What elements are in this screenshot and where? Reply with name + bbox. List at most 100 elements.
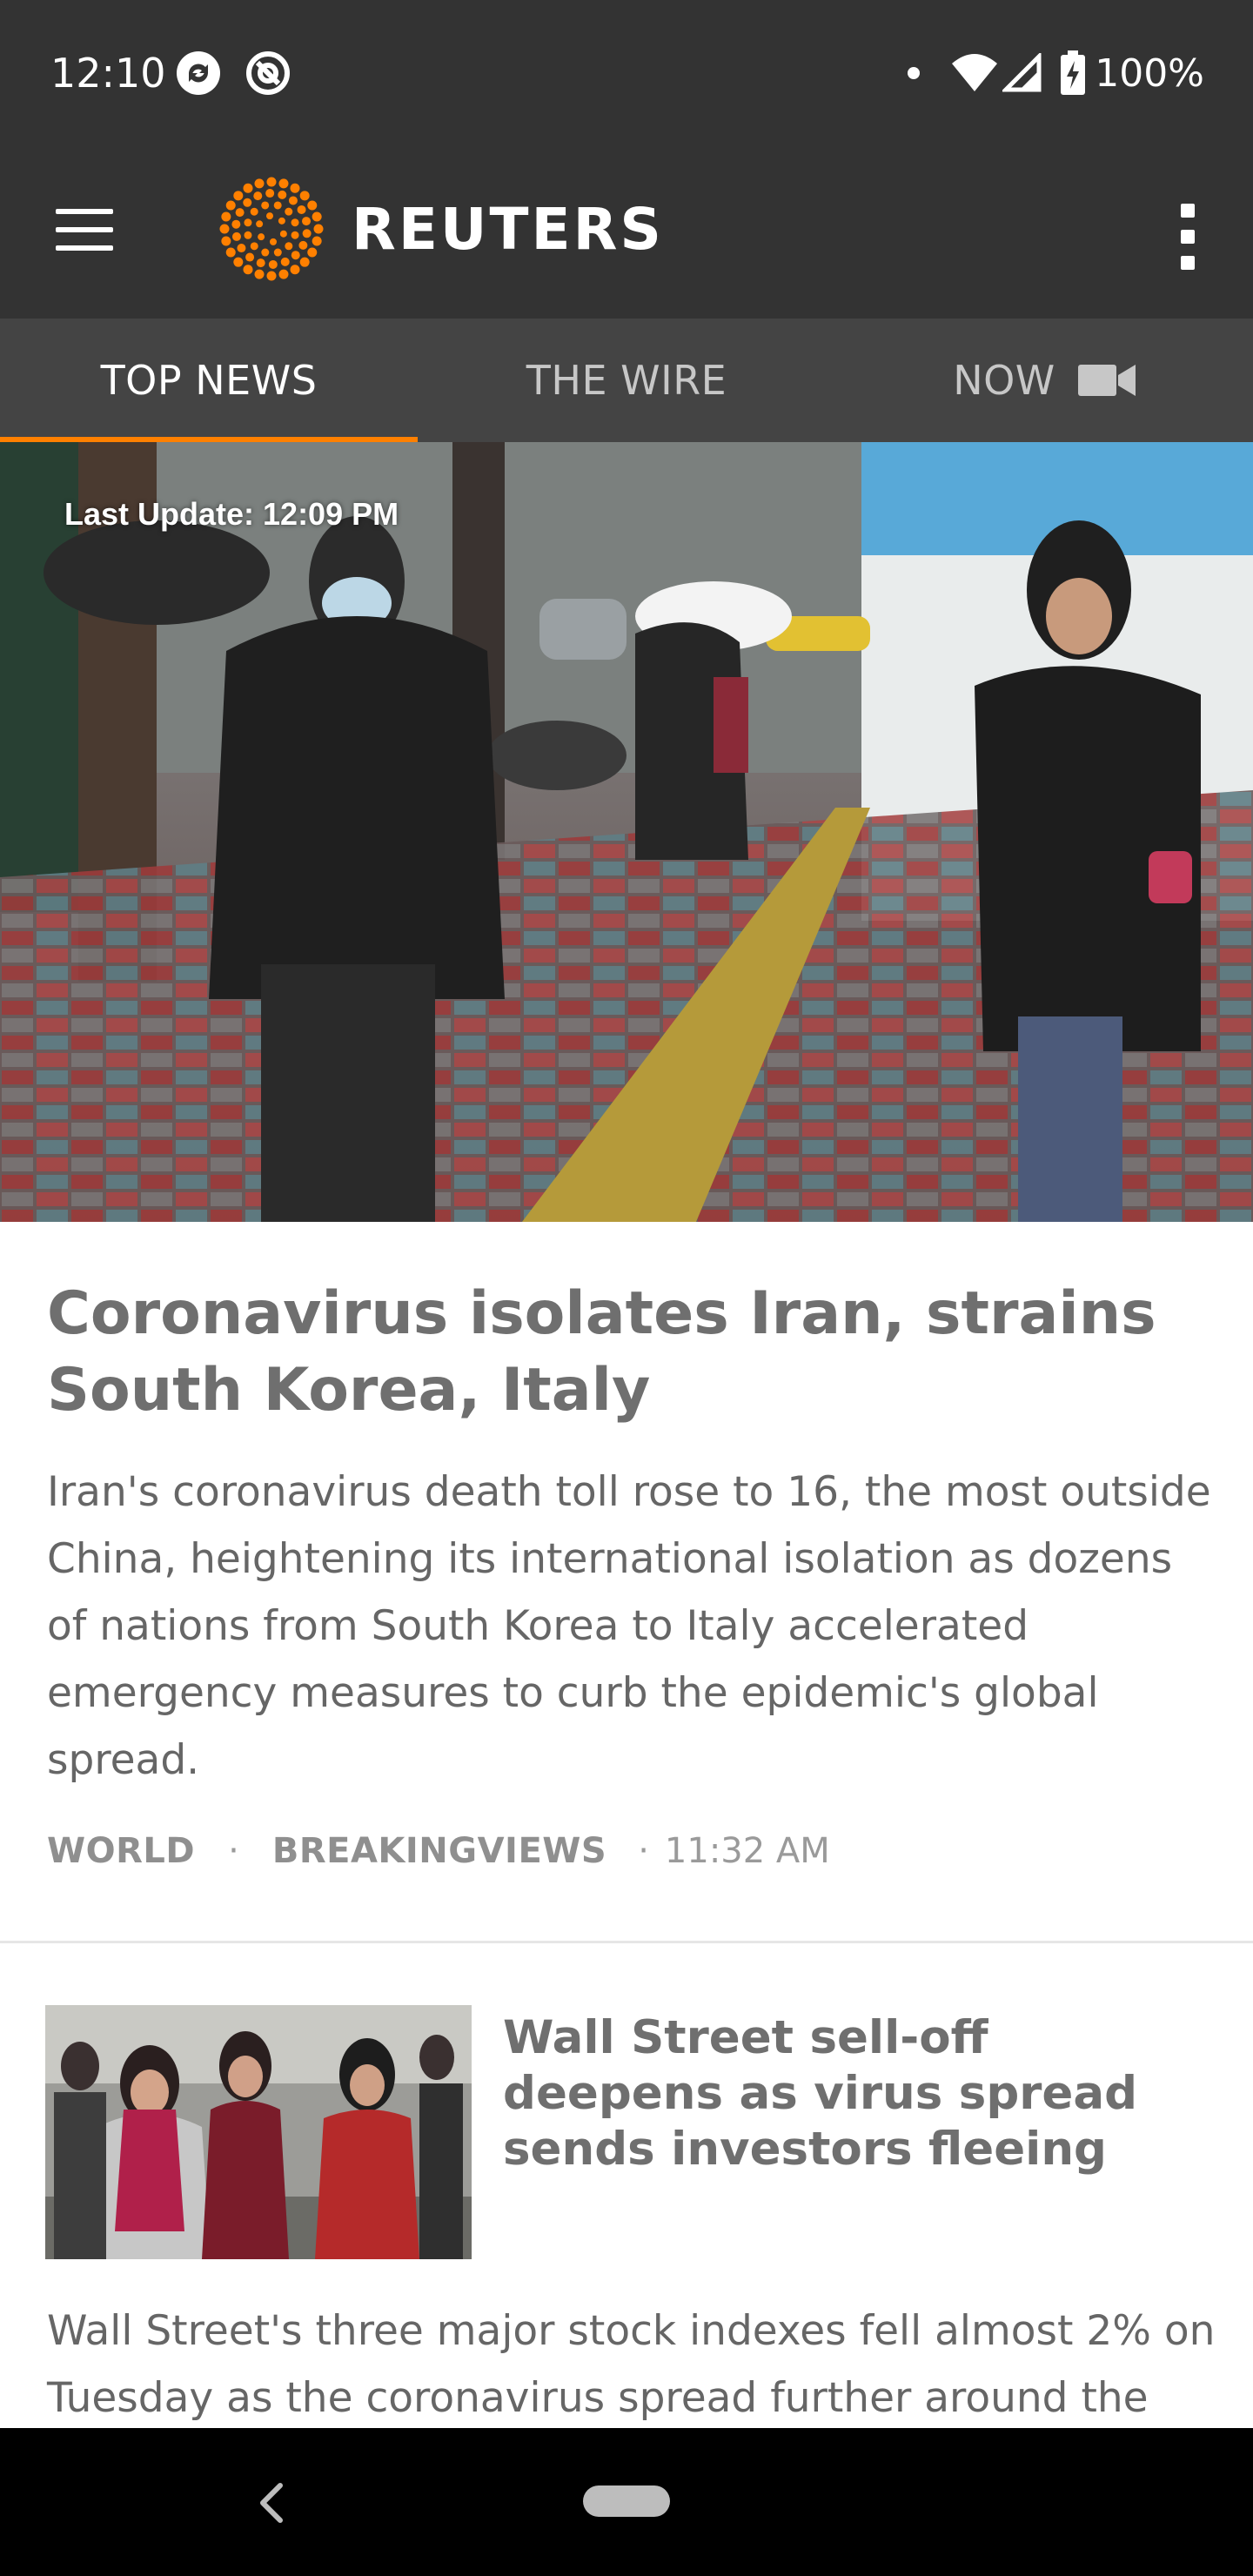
logo-dot (250, 242, 258, 251)
logo-dot (266, 212, 273, 220)
logo-dot (297, 205, 306, 214)
logo-dot (273, 248, 282, 257)
logo-dot (285, 207, 293, 216)
video-camera-icon (1077, 365, 1136, 396)
reuters-logo: REUTERS (218, 172, 664, 285)
logo-dot (280, 257, 290, 266)
logo-dot (256, 220, 264, 228)
second-story-photo (45, 2005, 472, 2259)
app-bar: REUTERS (0, 148, 1253, 319)
logo-dot (312, 236, 322, 246)
second-story-summary[interactable]: Wall Street's three major stock indexes … (47, 2298, 1230, 2432)
hero-photo (0, 442, 1253, 1222)
logo-dot (245, 252, 255, 262)
main-story-summary[interactable]: Iran's coronavirus death toll rose to 16… (47, 1459, 1213, 1794)
logo-dot (258, 233, 265, 241)
last-update-label: Last Update: 12:09 PM (64, 496, 399, 532)
logo-dot (244, 218, 252, 227)
tab-label: TOP NEWS (100, 357, 318, 404)
status-bar: 12:10 100% (0, 0, 1253, 148)
logo-wordmark: REUTERS (352, 195, 664, 263)
tag-breakingviews[interactable]: BREAKINGVIEWS (272, 1831, 606, 1871)
logo-dot (231, 231, 241, 241)
logo-dot (256, 258, 265, 268)
logo-dot (278, 269, 289, 279)
system-nav-bar (0, 2428, 1253, 2576)
logo-dot (299, 257, 310, 267)
logo-dot (291, 231, 299, 239)
second-story-thumbnail[interactable] (45, 2005, 472, 2259)
logo-dot (244, 231, 252, 239)
logo-dot (243, 265, 253, 275)
at-sign-icon (246, 51, 290, 95)
logo-dot (302, 217, 312, 226)
tag-world[interactable]: WORLD (47, 1831, 195, 1871)
logo-dot (221, 211, 231, 222)
tab-label: NOW (953, 357, 1055, 404)
sync-icon (177, 51, 220, 95)
tab-the-wire[interactable]: THE WIRE (418, 319, 835, 442)
meta-separator: · (638, 1831, 649, 1871)
wifi-icon (952, 54, 998, 91)
signal-icon (1002, 53, 1042, 92)
back-chevron-icon[interactable] (252, 2477, 291, 2529)
logo-dot (266, 271, 277, 281)
logo-dot (302, 229, 312, 238)
main-story-headline[interactable]: Coronavirus isolates Iran, strains South… (47, 1276, 1213, 1429)
logo-dot (243, 183, 253, 193)
logo-dot (254, 269, 265, 279)
logo-dot (265, 189, 275, 198)
logo-dot (233, 191, 244, 201)
logo-dot (307, 200, 318, 211)
logo-dot (233, 257, 244, 267)
logo-dot (291, 218, 299, 227)
second-story-headline[interactable]: Wall Street sell-off deepens as virus sp… (503, 2010, 1216, 2177)
logo-dot (273, 201, 282, 210)
logo-dot (225, 200, 236, 211)
logo-dot (279, 230, 287, 238)
logo-dot (231, 219, 241, 229)
logo-dot (290, 183, 300, 193)
notification-dot-icon (908, 67, 921, 79)
logo-dot (253, 191, 263, 201)
reuters-app-screen: 12:10 100% REUTERS TOP NEWS THE WIRE NOW… (0, 0, 1253, 2576)
battery-percentage: 100% (1095, 50, 1204, 96)
logo-dot (261, 248, 270, 257)
logo-dot (291, 251, 300, 260)
reuters-dot-logo-icon (219, 177, 324, 281)
tab-top-news[interactable]: TOP NEWS (0, 319, 418, 442)
logo-dot (261, 201, 270, 210)
logo-dot (268, 259, 278, 269)
status-right-group: 100% (907, 45, 1204, 101)
logo-dot (235, 208, 245, 218)
logo-dot (307, 247, 318, 258)
logo-dot (237, 244, 246, 253)
logo-dot (266, 177, 277, 187)
logo-dot (278, 190, 287, 199)
tab-now[interactable]: NOW (835, 319, 1253, 442)
main-story-meta: WORLD · BREAKINGVIEWS · 11:32 AM (47, 1831, 830, 1871)
section-tabs: TOP NEWS THE WIRE NOW (0, 319, 1253, 442)
battery-charging-icon (1061, 50, 1086, 95)
logo-dot (219, 224, 230, 234)
more-vertical-icon[interactable] (1175, 204, 1201, 270)
story-timestamp: 11:32 AM (664, 1831, 830, 1871)
home-pill-icon[interactable] (583, 2485, 670, 2517)
logo-dot (270, 238, 277, 245)
logo-dot (278, 217, 285, 225)
hero-image[interactable] (0, 442, 1253, 1222)
logo-dot (313, 224, 324, 234)
logo-dot (290, 265, 300, 275)
status-time: 12:10 (50, 50, 166, 97)
story-divider (0, 1941, 1253, 1943)
hamburger-menu-icon[interactable] (56, 209, 113, 258)
logo-dot (278, 178, 289, 189)
meta-separator: · (228, 1831, 239, 1871)
logo-dot (298, 240, 308, 250)
logo-dot (250, 207, 258, 216)
logo-dot (243, 198, 252, 207)
logo-dot (254, 178, 265, 189)
tab-label: THE WIRE (526, 357, 727, 404)
logo-dot (225, 247, 236, 258)
logo-dot (288, 196, 298, 205)
